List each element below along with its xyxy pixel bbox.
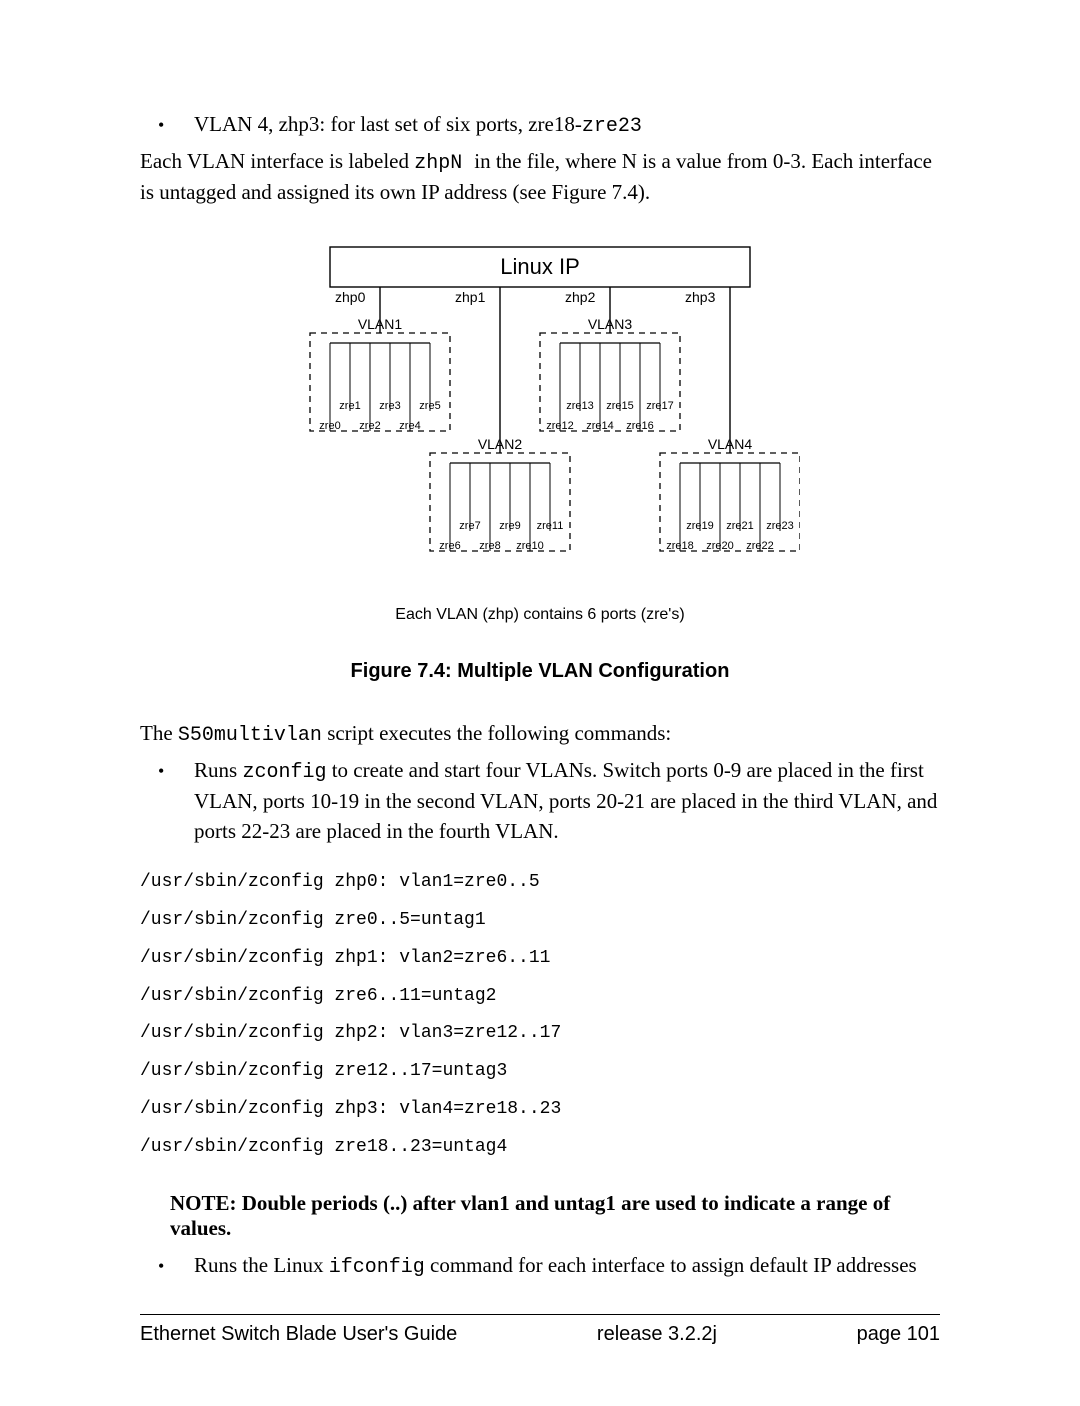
bullet-zconfig: Runs zconfig to create and start four VL… [140,756,940,846]
cmd-line: /usr/sbin/zconfig zre6..11=untag2 [140,978,940,1016]
v1t2: zre5 [419,400,440,412]
bullet2-mono1: zconfig [242,761,326,784]
command-block: /usr/sbin/zconfig zhp0: vlan1=zre0..5 /u… [140,864,940,1166]
v4b2: zre22 [746,540,774,552]
cmd-line: /usr/sbin/zconfig zhp1: vlan2=zre6..11 [140,940,940,978]
cmd-line: /usr/sbin/zconfig zre18..23=untag4 [140,1129,940,1167]
v3t0: zre13 [566,400,594,412]
v1t1: zre3 [379,400,400,412]
cmd-line: /usr/sbin/zconfig zre12..17=untag3 [140,1053,940,1091]
v1b2: zre4 [399,420,420,432]
v2b0: zre6 [439,540,460,552]
cmd-line: /usr/sbin/zconfig zhp2: vlan3=zre12..17 [140,1015,940,1053]
figure-title: Figure 7.4: Multiple VLAN Configuration [140,660,940,683]
v4b0: zre18 [666,540,694,552]
bullet3-text: Runs the Linux ifconfig command for each… [194,1251,940,1282]
v4b1: zre20 [706,540,734,552]
v1b1: zre2 [359,420,380,432]
bullet-icon [140,1254,194,1279]
footer-left: Ethernet Switch Blade User's Guide [140,1323,457,1346]
v2b1: zre8 [479,540,500,552]
bullet-text: VLAN 4, zhp3: for last set of six ports,… [194,110,940,141]
v2b2: zre10 [516,540,544,552]
bullet3-t1: Runs the Linux [194,1253,329,1277]
para2-t1: The [140,721,178,745]
bullet-vlan4: VLAN 4, zhp3: for last set of six ports,… [140,110,940,141]
v3b1: zre14 [586,420,614,432]
v3b0: zre12 [546,420,574,432]
footer-right: page 101 [857,1323,940,1346]
para-intro: Each VLAN interface is labeled zhpN in t… [140,147,940,207]
vlan-diagram-svg: Linux IP zhp0 zhp1 zhp2 zhp3 VLAN1 [280,237,800,577]
v2t0: zre7 [459,520,480,532]
page-footer: Ethernet Switch Blade User's Guide relea… [140,1314,940,1346]
v4t1: zre21 [726,520,754,532]
bullet3-mono1: ifconfig [329,1256,425,1279]
zhp2: zhp2 [565,289,596,305]
page-body: VLAN 4, zhp3: for last set of six ports,… [0,0,1080,1406]
bullet2-text: Runs zconfig to create and start four VL… [194,756,940,846]
v2t2: zre11 [537,520,564,532]
para2-t2: script executes the following commands: [322,721,671,745]
bullet1-mono: zre23 [582,115,642,138]
para1-mono1: zhpN [414,152,474,175]
zhp3: zhp3 [685,289,716,305]
cmd-line: /usr/sbin/zconfig zhp0: vlan1=zre0..5 [140,864,940,902]
v3b2: zre16 [626,420,654,432]
v4t2: zre23 [766,520,794,532]
v4t0: zre19 [686,520,714,532]
bullet3-t2: command for each interface to assign def… [425,1253,917,1277]
v3t1: zre15 [606,400,634,412]
zhp0: zhp0 [335,289,366,305]
figure-caption: Each VLAN (zhp) contains 6 ports (zre's) [140,606,940,624]
diag-top: Linux IP [500,254,580,279]
v1b0: zre0 [319,420,340,432]
zhp1: zhp1 [455,289,486,305]
figure-diagram: Linux IP zhp0 zhp1 zhp2 zhp3 VLAN1 [140,237,940,624]
note-text: NOTE: Double periods (..) after vlan1 an… [170,1191,940,1241]
bullet2-t1: Runs [194,758,242,782]
bullet-icon [140,113,194,138]
v1t0: zre1 [339,400,360,412]
para-script: The S50multivlan script executes the fol… [140,719,940,750]
para1-t1: Each VLAN interface is labeled [140,149,414,173]
para2-mono1: S50multivlan [178,724,322,747]
bullet-ifconfig: Runs the Linux ifconfig command for each… [140,1251,940,1282]
footer-mid: release 3.2.2j [597,1323,717,1346]
bullet1-prefix: VLAN 4, zhp3: for last set of six ports,… [194,112,582,136]
cmd-line: /usr/sbin/zconfig zhp3: vlan4=zre18..23 [140,1091,940,1129]
bullet-icon [140,759,194,784]
v2t1: zre9 [499,520,520,532]
v3t2: zre17 [646,400,674,412]
cmd-line: /usr/sbin/zconfig zre0..5=untag1 [140,902,940,940]
